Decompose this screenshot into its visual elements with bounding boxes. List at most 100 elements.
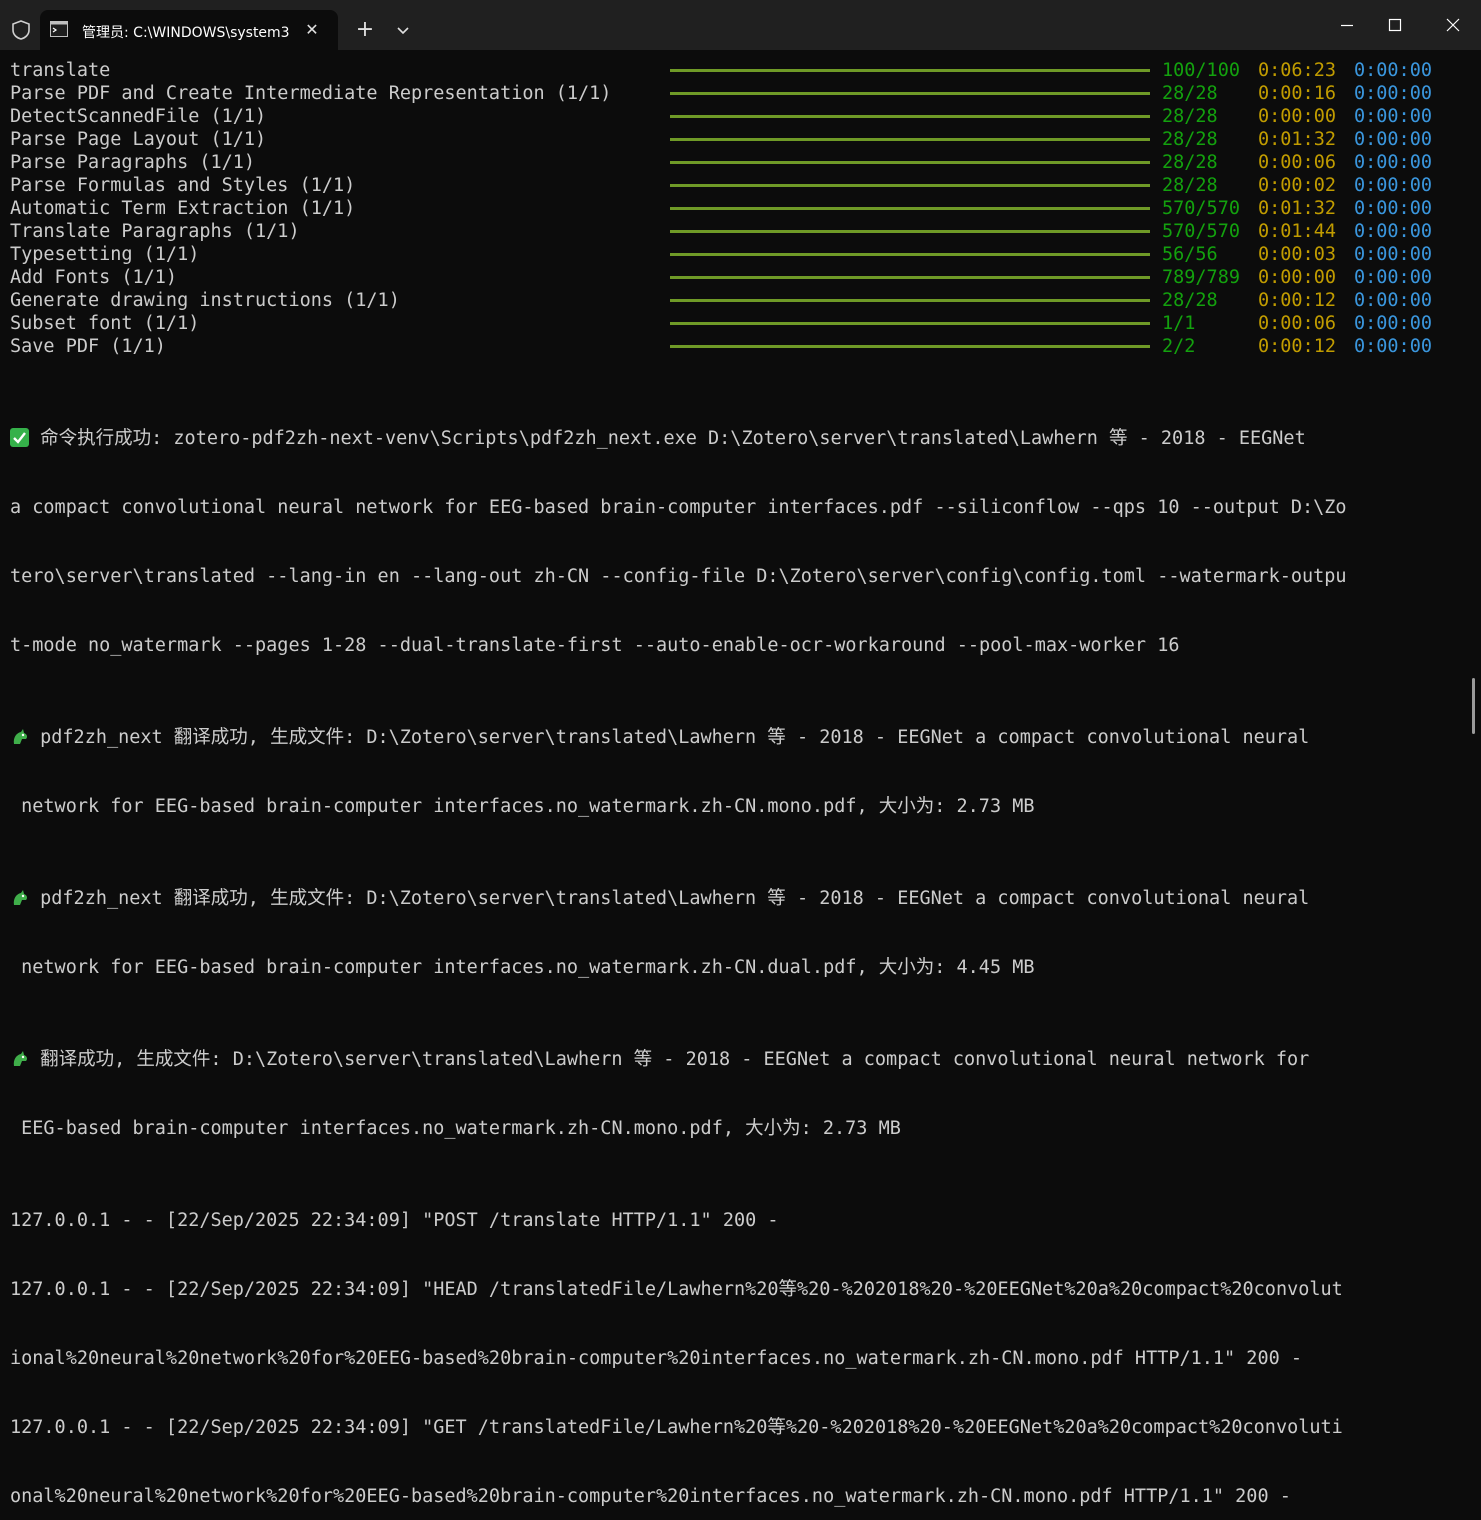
scrollbar-thumb[interactable] [1472,678,1475,734]
close-window-button[interactable] [1430,10,1476,40]
task-row: Automatic Term Extraction (1/1) 570/570 0:… [10,197,1471,220]
log-text: 翻译成功, 生成文件: D:\Zotero\server\translated\… [29,1049,1309,1070]
task-elapsed: 0:06:23 [1258,59,1336,82]
task-row: Generate drawing instructions (1/1) 28/28… [10,289,1471,312]
task-remaining: 0:00:00 [1354,289,1432,312]
task-count: 28/28 [1162,174,1218,197]
progress-bar [670,92,1150,95]
log-output: 命令执行成功: zotero-pdf2zh-next-venv\Scripts\… [10,381,1471,1520]
task-label: DetectScannedFile (1/1) [10,105,266,128]
task-elapsed: 0:00:12 [1258,335,1336,358]
log-line: network for EEG-based brain-computer int… [10,795,1471,818]
log-line: ional%20neural%20network%20for%20EEG-bas… [10,1347,1471,1370]
task-label: Subset font (1/1) [10,312,199,335]
task-row: Subset font (1/1)1/10:00:060:00:00 [10,312,1471,335]
task-label: translate [10,59,110,82]
task-remaining: 0:00:00 [1354,243,1432,266]
log-text: pdf2zh_next 翻译成功, 生成文件: D:\Zotero\server… [29,888,1309,909]
check-mark-icon [10,428,29,447]
task-count: 28/28 [1162,289,1218,312]
maximize-button[interactable] [1372,10,1418,40]
task-row: Add Fonts (1/1)789/7890:00:000:00:00 [10,266,1471,289]
task-count: 789/789 [1162,266,1240,289]
task-row: Parse Page Layout (1/1)28/280:01:320:00:… [10,128,1471,151]
task-label: Add Fonts (1/1) [10,266,177,289]
task-row: Parse Formulas and Styles (1/1) 28/28 0:00… [10,174,1471,197]
task-elapsed: 0:01:44 [1258,220,1336,243]
task-elapsed: 0:00:12 [1258,289,1336,312]
task-remaining: 0:00:00 [1354,105,1432,128]
close-icon [1445,17,1461,33]
log-line: 127.0.0.1 - - [22/Sep/2025 22:34:09] "GE… [10,1416,1471,1439]
task-count: 28/28 [1162,151,1218,174]
task-elapsed: 0:00:06 [1258,151,1336,174]
task-elapsed: 0:00:16 [1258,82,1336,105]
progress-bar [670,299,1150,302]
progress-bar [670,115,1150,118]
progress-bar [670,69,1150,72]
task-remaining: 0:00:00 [1354,312,1432,335]
task-remaining: 0:00:00 [1354,59,1432,82]
blank-line [10,358,1471,381]
task-label: Generate drawing instructions (1/1) [10,289,400,312]
progress-bar [670,161,1150,164]
tab-close-icon[interactable]: ✕ [302,20,322,40]
task-remaining: 0:00:00 [1354,197,1432,220]
log-line: a compact convolutional neural network f… [10,496,1471,519]
task-remaining: 0:00:00 [1354,335,1432,358]
log-line: pdf2zh_next 翻译成功, 生成文件: D:\Zotero\server… [10,887,1471,910]
log-line: onal%20neural%20network%20for%20EEG-base… [10,1485,1471,1508]
task-label: Typesetting (1/1) [10,243,199,266]
task-elapsed: 0:00:02 [1258,174,1336,197]
progress-bar [670,322,1150,325]
log-line: pdf2zh_next 翻译成功, 生成文件: D:\Zotero\server… [10,726,1471,749]
minimize-icon [1339,17,1355,33]
task-row: Save PDF (1/1)2/20:00:120:00:00 [10,335,1471,358]
log-text: 命令执行成功: zotero-pdf2zh-next-venv\Scripts\… [29,428,1306,449]
task-elapsed: 0:00:00 [1258,105,1336,128]
terminal-tab[interactable]: 管理员: C:\WINDOWS\system3 ✕ [40,10,338,50]
terminal-output[interactable]: translate100/1000:06:230:00:00Parse PDF … [10,59,1471,760]
task-row: DetectScannedFile (1/1) 28/28 0:00:00 0:00:… [10,105,1471,128]
progress-bar [670,230,1150,233]
task-remaining: 0:00:00 [1354,174,1432,197]
dragon-icon [10,1049,29,1068]
title-bar: 管理员: C:\WINDOWS\system3 ✕ + [0,0,1481,50]
log-line: tero\server\translated --lang-in en --la… [10,565,1471,588]
task-label: Translate Paragraphs (1/1) [10,220,300,243]
progress-bar [670,276,1150,279]
dragon-icon [10,888,29,907]
task-count: 2/2 [1162,335,1195,358]
task-row: translate100/1000:06:230:00:00 [10,59,1471,82]
new-tab-button[interactable]: + [350,16,380,44]
task-label: Parse Formulas and Styles (1/1) [10,174,355,197]
task-row: Parse PDF and Create Intermediate Repres… [10,82,1471,105]
task-count: 28/28 [1162,128,1218,151]
task-row: Translate Paragraphs (1/1) 570/570 0:01:44… [10,220,1471,243]
progress-bar [670,138,1150,141]
task-remaining: 0:00:00 [1354,128,1432,151]
terminal-icon [50,21,68,37]
log-line: t-mode no_watermark --pages 1-28 --dual-… [10,634,1471,657]
log-line: 127.0.0.1 - - [22/Sep/2025 22:34:09] "PO… [10,1209,1471,1232]
task-remaining: 0:00:00 [1354,220,1432,243]
progress-bar [670,253,1150,256]
progress-bar [670,184,1150,187]
task-row: Typesetting (1/1)56/560:00:030:00:00 [10,243,1471,266]
shield-icon [10,19,32,41]
log-line: 命令执行成功: zotero-pdf2zh-next-venv\Scripts\… [10,427,1471,450]
task-label: Automatic Term Extraction (1/1) [10,197,355,220]
task-count: 570/570 [1162,220,1240,243]
task-progress-list: translate100/1000:06:230:00:00Parse PDF … [10,59,1471,358]
task-remaining: 0:00:00 [1354,151,1432,174]
log-text: pdf2zh_next 翻译成功, 生成文件: D:\Zotero\server… [29,727,1309,748]
log-line: EEG-based brain-computer interfaces.no_w… [10,1117,1471,1140]
minimize-button[interactable] [1324,10,1370,40]
task-count: 570/570 [1162,197,1240,220]
task-elapsed: 0:01:32 [1258,197,1336,220]
task-count: 28/28 [1162,82,1218,105]
task-elapsed: 0:01:32 [1258,128,1336,151]
task-count: 28/28 [1162,105,1218,128]
chevron-down-icon[interactable] [392,20,414,40]
task-elapsed: 0:00:03 [1258,243,1336,266]
